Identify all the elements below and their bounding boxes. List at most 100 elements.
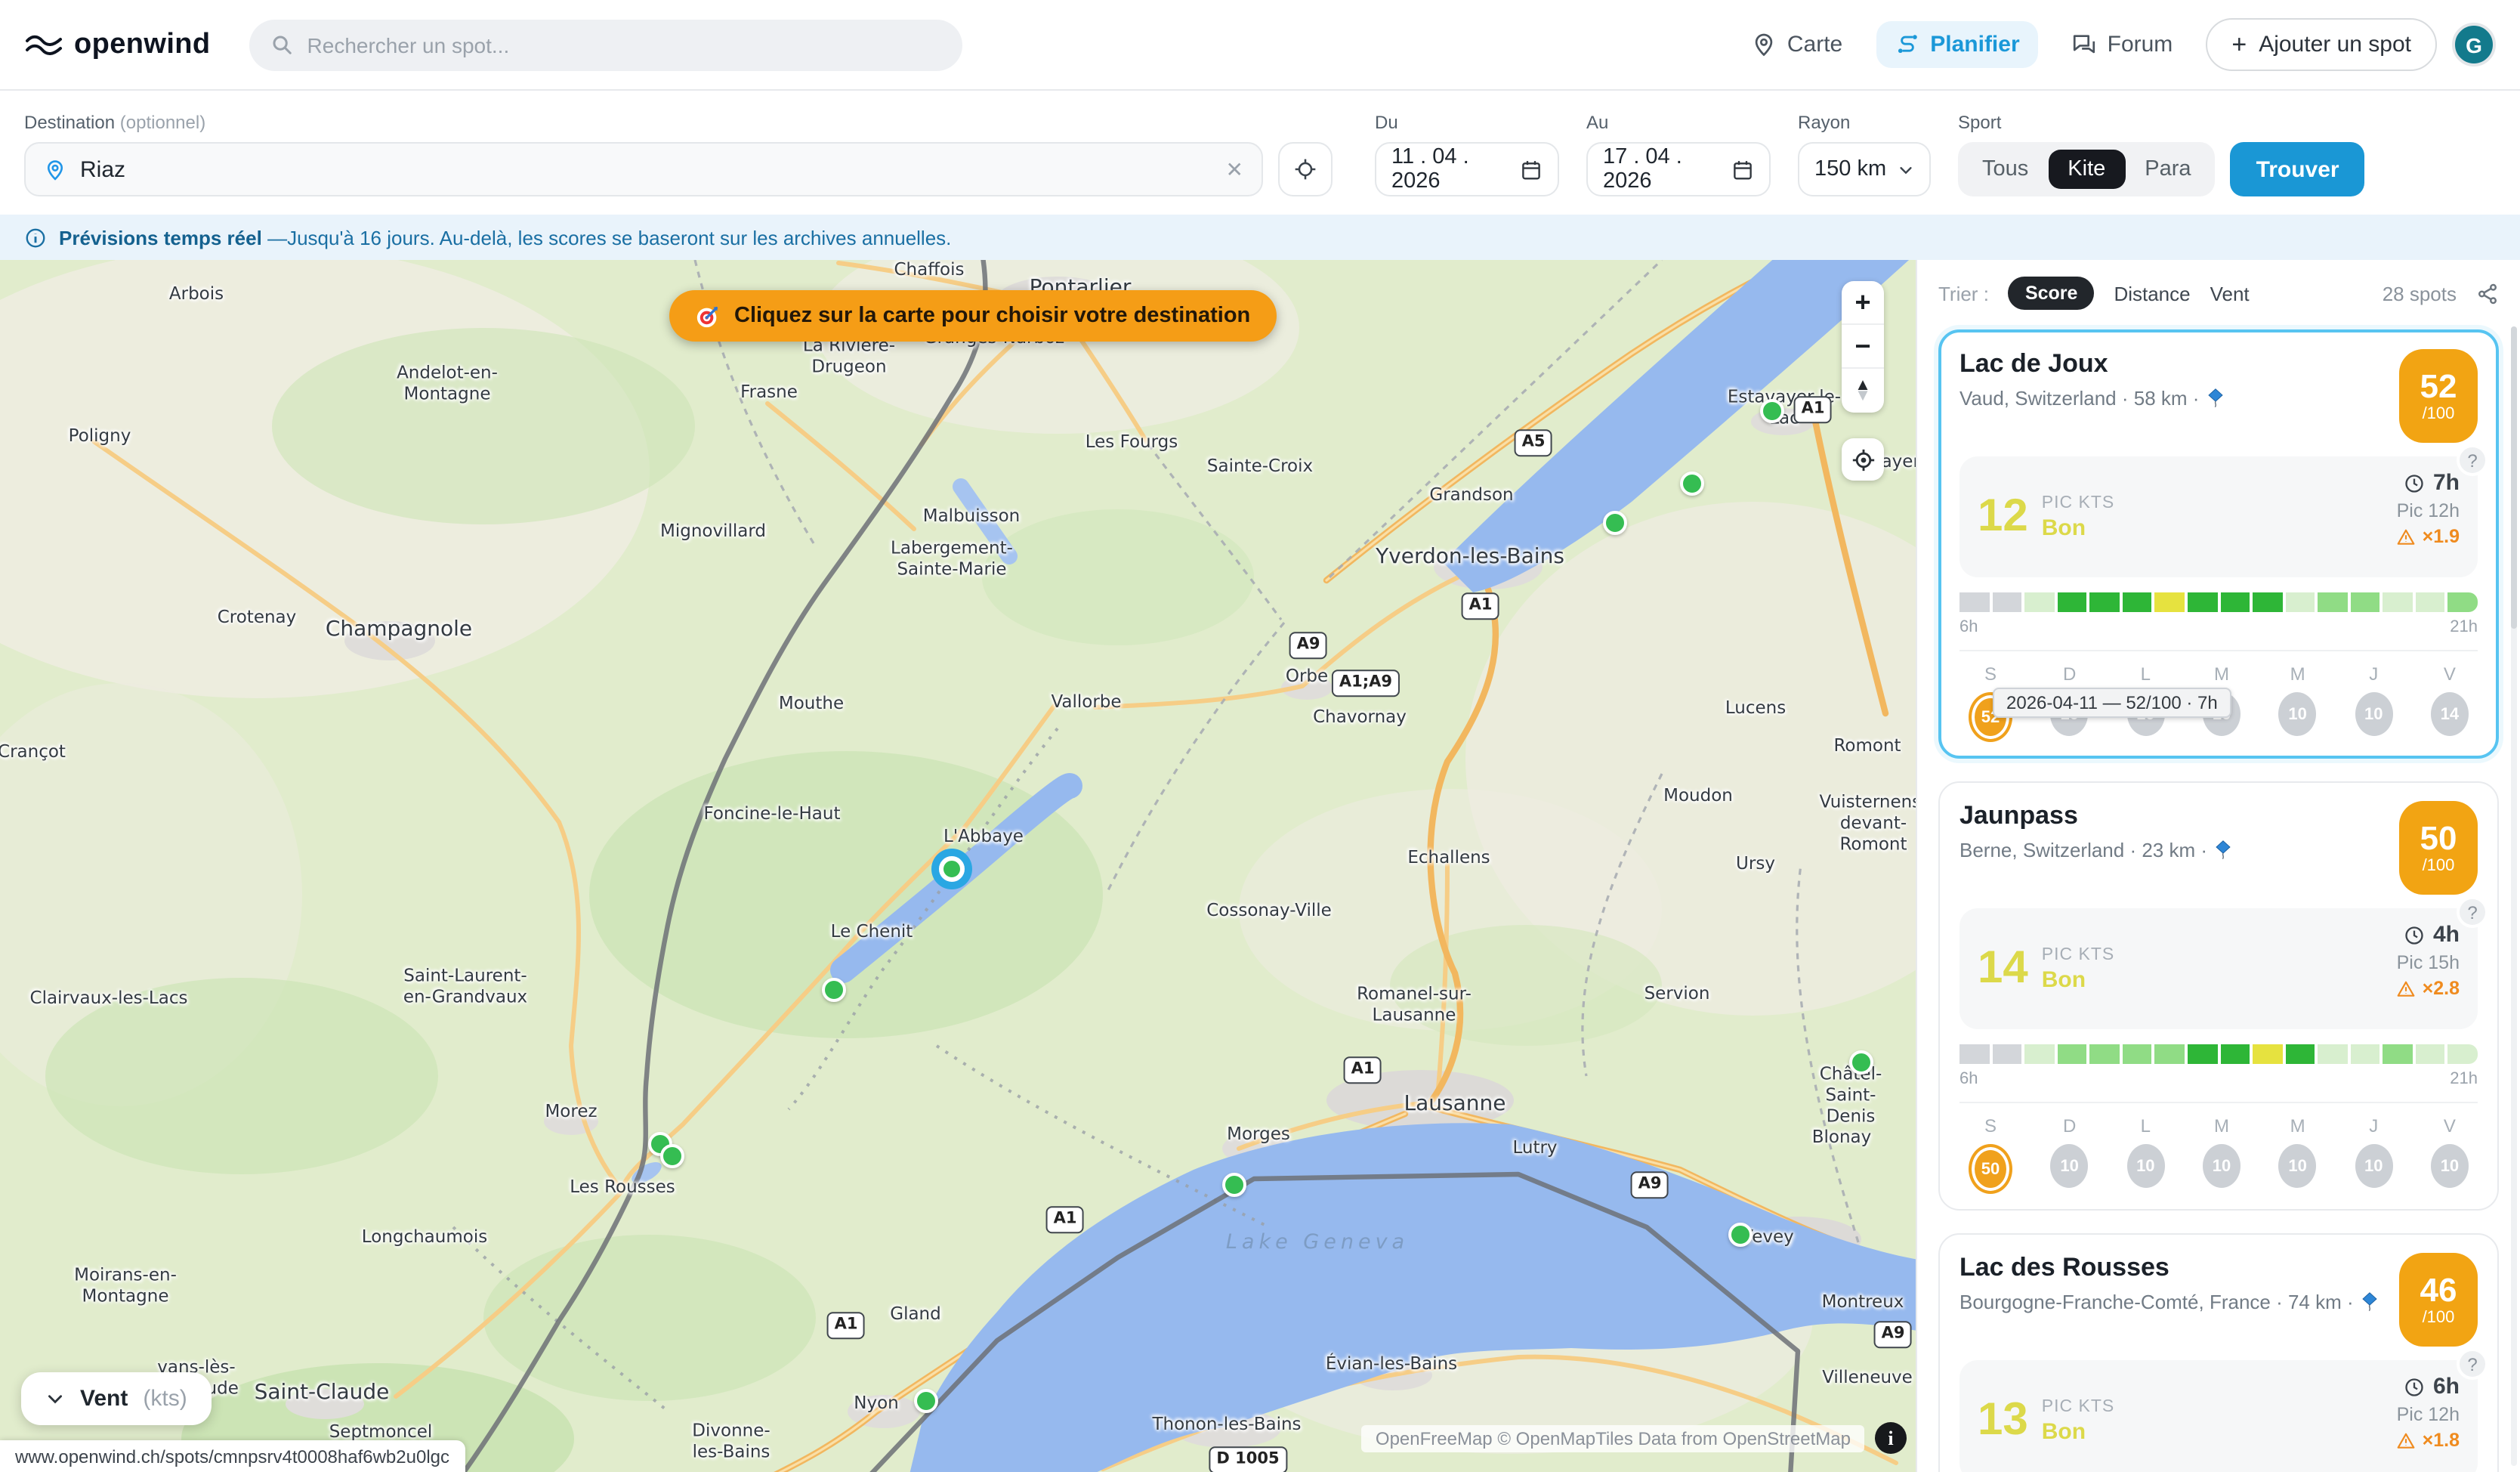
route-icon xyxy=(1894,32,1919,57)
spot-card[interactable]: Lac des Rousses Bourgogne-Franche-Comté,… xyxy=(1938,1233,2499,1472)
road-shield: A9 xyxy=(1289,632,1328,659)
date-from-label: Du xyxy=(1375,112,1559,133)
day-item[interactable]: M 10 xyxy=(2279,1115,2317,1194)
map-place-label: Mignovillard xyxy=(660,521,766,543)
info-icon xyxy=(24,226,47,249)
hour-segment xyxy=(2090,592,2120,612)
help-badge[interactable]: ? xyxy=(2457,896,2488,928)
hour-segment xyxy=(2351,592,2380,612)
map-place-label: Crançot xyxy=(0,742,66,763)
filter-bar: Destination (optionnel) Riaz ✕ Du 11 . 0… xyxy=(0,91,2520,215)
day-item[interactable]: V 14 xyxy=(2431,663,2469,742)
attribution-info-icon[interactable]: i xyxy=(1875,1422,1907,1454)
quality-label: Bon xyxy=(2042,966,2114,992)
add-spot-button[interactable]: + Ajouter un spot xyxy=(2206,18,2437,71)
spot-marker[interactable] xyxy=(1849,1050,1873,1075)
clear-icon[interactable]: ✕ xyxy=(1226,156,1243,182)
help-badge[interactable]: ? xyxy=(2457,444,2488,476)
day-item[interactable]: D 10 xyxy=(2051,1115,2089,1194)
zoom-in-button[interactable]: + xyxy=(1842,281,1884,325)
date-to-input[interactable]: 17 . 04 . 2026 xyxy=(1586,142,1771,196)
hour-segment xyxy=(2155,592,2185,612)
nav-carte[interactable]: Carte xyxy=(1733,21,1861,68)
share-icon[interactable] xyxy=(2476,282,2499,305)
day-item[interactable]: J 10 xyxy=(2355,663,2392,742)
results-sidebar: Trier : Score Distance Vent 28 spots Lac… xyxy=(1916,260,2520,1472)
day-item[interactable]: V 10 xyxy=(2431,1115,2469,1194)
destination-group: Destination (optionnel) Riaz ✕ xyxy=(24,112,1263,196)
spot-marker[interactable] xyxy=(914,1389,938,1413)
forecast-banner-bold: Prévisions temps réel xyxy=(59,226,262,249)
spot-meta: Berne, Switzerland · 23 km · xyxy=(1959,840,2233,862)
spot-marker[interactable] xyxy=(1222,1173,1246,1197)
map-place-label: Grandson xyxy=(1429,485,1513,506)
sidebar-scrollbar-thumb[interactable] xyxy=(2511,326,2517,629)
destination-input[interactable]: Riaz ✕ xyxy=(24,142,1263,196)
spot-marker[interactable] xyxy=(1728,1223,1753,1247)
hour-segment xyxy=(2285,592,2315,612)
sport-option[interactable]: Tous xyxy=(1963,150,2048,189)
sport-option[interactable]: Para xyxy=(2125,150,2210,189)
hourly-score-bar[interactable] xyxy=(1959,592,2478,612)
sort-option-score[interactable]: Score xyxy=(2009,277,2095,310)
spot-marker[interactable] xyxy=(939,856,965,882)
hour-segment xyxy=(2285,1044,2315,1064)
hour-segment xyxy=(1992,1044,2021,1064)
compass-button[interactable]: ▲ ▼ xyxy=(1842,369,1884,413)
map-place-label: Andelot-en- Montagne xyxy=(397,363,498,404)
day-item[interactable]: M 10 xyxy=(2203,1115,2241,1194)
help-badge[interactable]: ? xyxy=(2457,1348,2488,1380)
calendar-icon xyxy=(1520,158,1543,181)
geolocate-button[interactable] xyxy=(1842,438,1884,481)
nav-forum-label: Forum xyxy=(2108,32,2173,57)
spot-search-input[interactable]: Rechercher un spot... xyxy=(250,19,963,70)
spot-meta: Bourgogne-Franche-Comté, France · 74 km … xyxy=(1959,1291,2379,1314)
spot-marker[interactable] xyxy=(1603,511,1627,535)
locate-button[interactable] xyxy=(1278,142,1333,196)
hour-segment xyxy=(2383,592,2413,612)
kite-icon xyxy=(2205,389,2225,409)
day-score-badge: 10 xyxy=(2051,1144,2089,1188)
wind-layer-toggle[interactable]: Vent (kts) xyxy=(21,1372,212,1425)
score-badge: 46 /100 xyxy=(2399,1253,2478,1347)
map-place-label: Arbois xyxy=(169,284,224,305)
window-hours: 6h xyxy=(2404,1374,2460,1399)
hourly-score-bar[interactable] xyxy=(1959,1044,2478,1064)
day-score-badge: 10 xyxy=(2203,1144,2241,1188)
card-divider xyxy=(1959,1102,2478,1103)
avatar[interactable]: G xyxy=(2452,23,2496,66)
day-item[interactable]: L 10 xyxy=(2126,1115,2164,1194)
map-place-label: Sainte-Croix xyxy=(1207,456,1313,478)
sort-option-vent[interactable]: Vent xyxy=(2210,282,2250,305)
map-attribution: OpenFreeMap © OpenMapTiles Data from Ope… xyxy=(1362,1422,1907,1454)
destination-value: Riaz xyxy=(80,156,1212,182)
sport-option[interactable]: Kite xyxy=(2048,150,2125,189)
hour-segment xyxy=(1959,1044,1989,1064)
spot-name: Jaunpass xyxy=(1959,801,2233,832)
spot-marker[interactable] xyxy=(1760,399,1784,423)
day-item[interactable]: M 10 xyxy=(2279,663,2317,742)
hour-segment xyxy=(2057,592,2086,612)
day-item[interactable]: S 50 xyxy=(1969,1115,2012,1194)
nav-planifier[interactable]: Planifier xyxy=(1876,21,2037,68)
nav-forum[interactable]: Forum xyxy=(2053,21,2191,68)
logo[interactable]: openwind xyxy=(24,28,211,61)
day-score-badge: 50 xyxy=(1969,1144,2012,1194)
zoom-out-button[interactable]: − xyxy=(1842,325,1884,369)
day-item[interactable]: J 10 xyxy=(2355,1115,2392,1194)
hour-segment xyxy=(2318,592,2347,612)
radius-select[interactable]: 150 km xyxy=(1798,142,1931,196)
spot-marker[interactable] xyxy=(660,1144,684,1168)
spot-card[interactable]: Jaunpass Berne, Switzerland · 23 km · 50… xyxy=(1938,781,2499,1211)
map-canvas[interactable]: ArboisPolignyAndelot-en- MontagneFrasneC… xyxy=(0,260,1916,1472)
date-from-input[interactable]: 11 . 04 . 2026 xyxy=(1375,142,1559,196)
date-to-group: Au 17 . 04 . 2026 xyxy=(1586,112,1771,196)
map-place-label: Echallens xyxy=(1407,848,1490,869)
spot-marker[interactable] xyxy=(822,978,846,1002)
hour-segment xyxy=(2416,592,2445,612)
hour-segment xyxy=(2188,592,2217,612)
find-button[interactable]: Trouver xyxy=(2231,142,2365,196)
sort-option-distance[interactable]: Distance xyxy=(2114,282,2190,305)
spot-marker[interactable] xyxy=(1680,472,1704,496)
radius-value: 150 km xyxy=(1814,157,1886,181)
